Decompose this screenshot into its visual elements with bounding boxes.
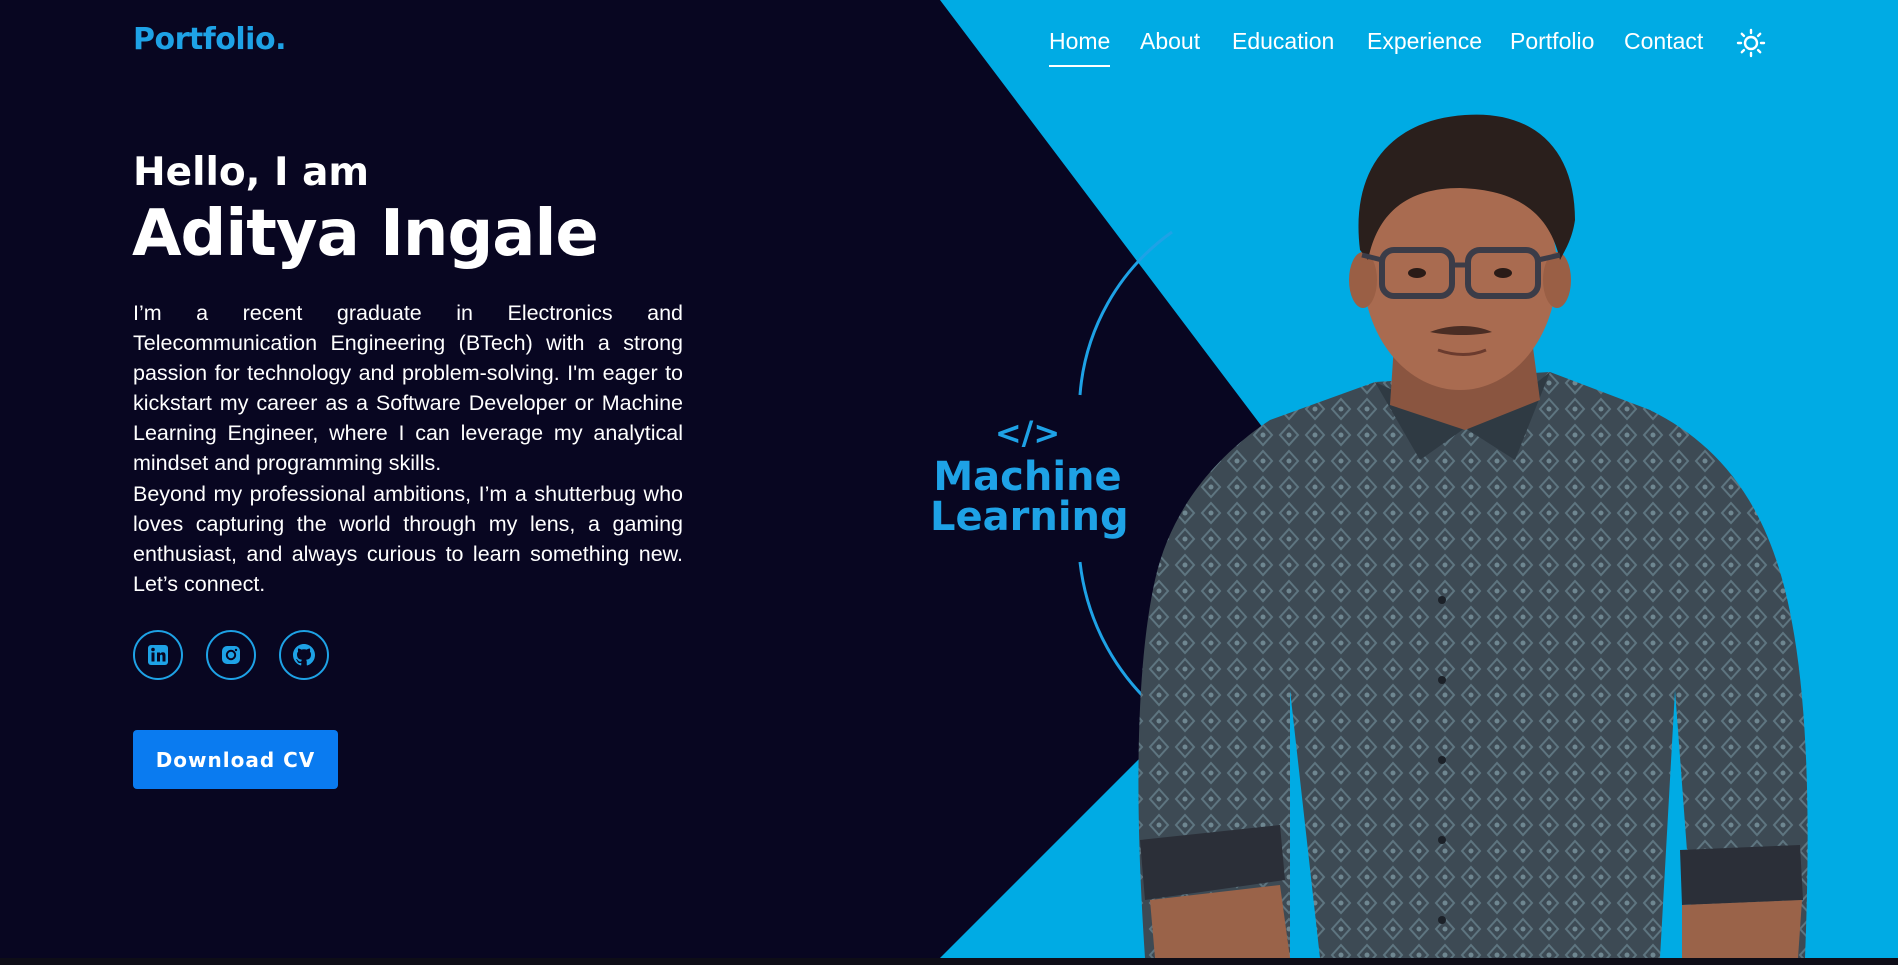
theme-toggle-button[interactable]	[1736, 28, 1766, 58]
hero-bio: I’m a recent graduate in Electronics and…	[133, 298, 683, 599]
instagram-icon	[222, 646, 240, 664]
skill-label-line2: Learning	[930, 494, 1129, 540]
github-icon	[293, 644, 315, 666]
nav-home[interactable]: Home	[1049, 28, 1111, 67]
logo[interactable]: Portfolio.	[133, 22, 286, 57]
linkedin-button[interactable]	[133, 630, 183, 680]
download-cv-button[interactable]: Download CV	[133, 730, 338, 789]
bio-paragraph: I’m a recent graduate in Electronics and…	[133, 301, 683, 476]
instagram-button[interactable]	[206, 630, 256, 680]
github-button[interactable]	[279, 630, 329, 680]
profile-photo	[1138, 114, 1808, 958]
hero-greeting: Hello, I am	[133, 150, 370, 195]
nav-about[interactable]: About	[1140, 28, 1200, 55]
page: Portfolio. Home About Education Experien…	[0, 0, 1898, 965]
code-icon: </>	[994, 414, 1061, 452]
skill-badge: </> Machine Learning	[930, 414, 1129, 540]
page-bottom-edge	[0, 958, 1898, 965]
nav-portfolio[interactable]: Portfolio	[1510, 28, 1594, 55]
bio-paragraph: Beyond my professional ambitions, I’m a …	[133, 481, 683, 596]
linkedin-icon	[148, 645, 168, 665]
nav-education[interactable]: Education	[1232, 28, 1334, 55]
skill-label-line1: Machine	[933, 454, 1122, 500]
hero-name: Aditya Ingale	[132, 197, 599, 271]
sun-icon	[1736, 28, 1766, 58]
social-links	[133, 630, 329, 680]
nav-contact[interactable]: Contact	[1624, 28, 1703, 55]
nav-experience[interactable]: Experience	[1367, 28, 1482, 55]
